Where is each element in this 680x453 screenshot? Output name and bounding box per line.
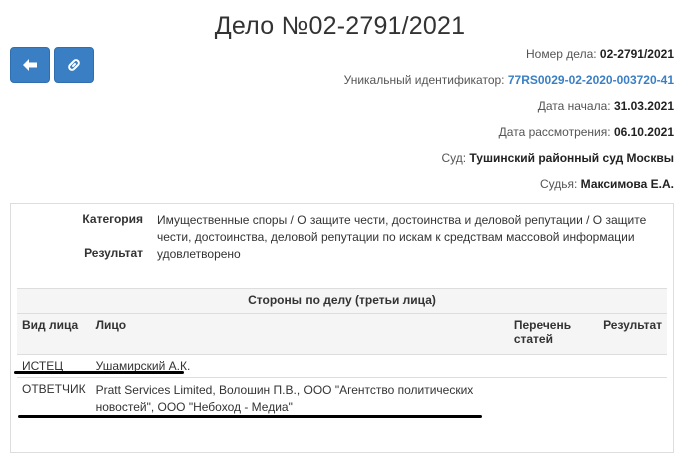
- party-type-cell: ИСТЕЦ: [17, 354, 91, 378]
- underline-mark: [14, 371, 184, 374]
- underline-mark: [18, 415, 482, 418]
- arrow-left-icon: [22, 58, 38, 72]
- judge-row: Судья: Максимова Е.А.: [344, 174, 674, 200]
- column-header-person: Лицо: [90, 313, 509, 355]
- parties-table: Стороны по делу (третьи лица) Вид лица Л…: [17, 288, 667, 420]
- parties-caption: Стороны по делу (третьи лица): [17, 288, 667, 314]
- case-number-value: 02-2791/2021: [599, 47, 674, 61]
- back-button[interactable]: [10, 47, 50, 83]
- table-row: ОТВЕТЧИК Pratt Services Limited, Волошин…: [17, 377, 667, 420]
- result-value: удовлетворено: [157, 247, 241, 261]
- party-type-cell: ОТВЕТЧИК: [17, 377, 91, 420]
- category-label: Категория: [82, 212, 143, 226]
- court-value: Тушинский районный суд Москвы: [469, 151, 674, 165]
- party-articles-cell: [508, 354, 599, 378]
- case-number-label: Номер дела:: [526, 47, 597, 61]
- court-label: Суд:: [441, 151, 467, 165]
- start-date-row: Дата начала: 31.03.2021: [344, 96, 674, 122]
- review-date-row: Дата рассмотрения: 06.10.2021: [344, 122, 674, 148]
- uid-link[interactable]: 77RS0029-02-2020-003720-41: [508, 73, 674, 87]
- party-person-cell: Pratt Services Limited, Волошин П.В., ОО…: [90, 377, 509, 420]
- column-header-result: Результат: [598, 313, 667, 355]
- link-icon: [66, 57, 82, 73]
- court-row: Суд: Тушинский районный суд Москвы: [344, 148, 674, 174]
- category-value: Имущественные споры / О защите чести, до…: [157, 213, 647, 244]
- parties-header-row: Вид лица Лицо Перечень статей Результат: [17, 313, 667, 355]
- page-title: Дело №02-2791/2021: [214, 12, 466, 40]
- column-header-articles: Перечень статей: [508, 313, 599, 355]
- party-person-cell: Ушамирский А.К.: [90, 354, 509, 378]
- judge-value: Максимова Е.А.: [580, 177, 674, 191]
- start-date-value: 31.03.2021: [613, 99, 674, 113]
- column-header-type: Вид лица: [17, 313, 91, 355]
- uid-row: Уникальный идентификатор: 77RS0029-02-20…: [344, 70, 674, 96]
- party-result-cell: [598, 354, 667, 378]
- start-date-label: Дата начала:: [537, 99, 611, 113]
- party-articles-cell: [508, 377, 599, 420]
- copy-link-button[interactable]: [54, 47, 94, 83]
- case-number-row: Номер дела: 02-2791/2021: [344, 44, 674, 70]
- judge-label: Судья:: [539, 177, 578, 191]
- case-info: Номер дела: 02-2791/2021 Уникальный иден…: [344, 44, 674, 200]
- party-result-cell: [598, 377, 667, 420]
- table-row: ИСТЕЦ Ушамирский А.К.: [17, 354, 667, 378]
- review-date-label: Дата рассмотрения:: [498, 125, 611, 139]
- uid-label: Уникальный идентификатор:: [343, 73, 505, 87]
- review-date-value: 06.10.2021: [613, 125, 674, 139]
- result-label: Результат: [84, 246, 143, 260]
